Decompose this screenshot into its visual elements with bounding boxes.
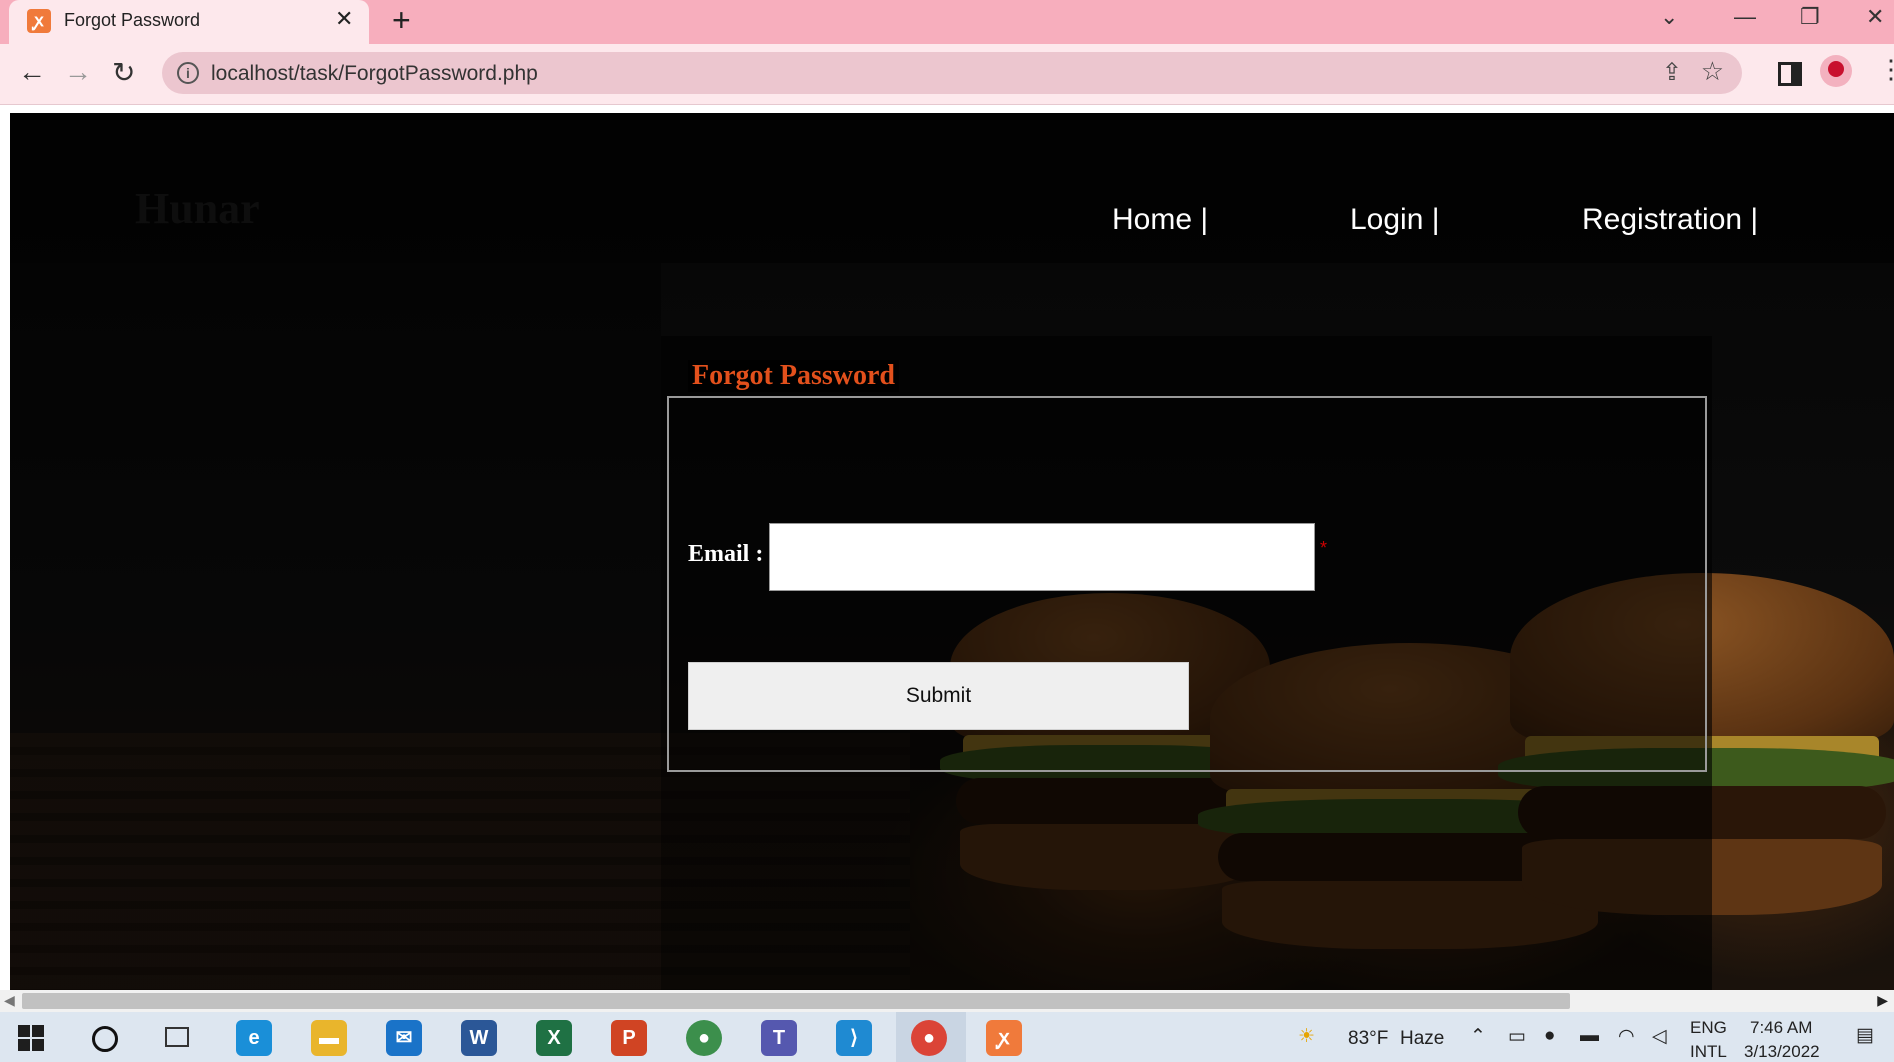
address-bar[interactable]: i localhost/task/ForgotPassword.php ⇪ ☆ — [162, 52, 1742, 94]
volume-icon[interactable]: ◁ — [1652, 1025, 1667, 1048]
back-arrow-icon[interactable]: ← — [18, 56, 46, 88]
email-label: Email : — [688, 541, 764, 567]
search-icon[interactable] — [92, 1026, 118, 1052]
battery-icon[interactable]: ▬ — [1580, 1025, 1599, 1047]
new-tab-button[interactable]: + — [392, 2, 411, 39]
mail-icon[interactable]: ✉ — [386, 1020, 422, 1056]
weather-desc[interactable]: Haze — [1400, 1028, 1444, 1050]
bookmark-star-icon[interactable]: ☆ — [1701, 56, 1724, 87]
submit-button[interactable]: Submit — [688, 662, 1189, 730]
teams-icon[interactable]: T — [761, 1020, 797, 1056]
browser-toolbar: ← → ↻ i localhost/task/ForgotPassword.ph… — [0, 44, 1894, 105]
background-overlay — [10, 263, 661, 990]
notifications-icon[interactable]: ▤ — [1856, 1024, 1874, 1047]
windows-start-icon[interactable] — [18, 1025, 44, 1051]
form-legend: Forgot Password — [688, 360, 899, 392]
browser-menu-icon[interactable]: ⋮ — [1878, 54, 1894, 85]
xampp-icon[interactable]: ꭙ — [986, 1020, 1022, 1056]
nav-home-link[interactable]: Home | — [1112, 203, 1208, 237]
weather-temp[interactable]: 83°F — [1348, 1028, 1388, 1050]
scrollbar-thumb[interactable] — [22, 993, 1570, 1009]
chrome-icon[interactable]: ● — [686, 1020, 722, 1056]
minimize-button[interactable]: — — [1734, 4, 1756, 30]
wifi-icon[interactable]: ◠ — [1618, 1025, 1635, 1048]
side-panel-icon[interactable] — [1778, 62, 1802, 86]
windows-taskbar: e ▬ ✉ W X P ● T ⟩ ● ꭙ ☀ 83°F Haze ⌃ ▭ ● … — [0, 1012, 1894, 1062]
clock-date[interactable]: 3/13/2022 — [1744, 1042, 1820, 1062]
powerpoint-icon[interactable]: P — [611, 1020, 647, 1056]
brand-logo[interactable]: Hunar — [135, 183, 260, 234]
language-indicator[interactable]: ENG — [1690, 1018, 1727, 1038]
weather-icon[interactable]: ☀ — [1298, 1025, 1315, 1048]
tab-search-icon[interactable]: ⌄ — [1660, 4, 1678, 30]
keyboard-layout[interactable]: INTL — [1690, 1042, 1727, 1062]
profile-person-icon — [1828, 61, 1844, 77]
chrome-profile-icon[interactable]: ● — [911, 1020, 947, 1056]
microphone-icon[interactable]: ● — [1544, 1025, 1555, 1047]
excel-icon[interactable]: X — [536, 1020, 572, 1056]
restore-button[interactable]: ❐ — [1800, 4, 1820, 30]
nav-login-link[interactable]: Login | — [1350, 203, 1440, 237]
scroll-right-arrow-icon[interactable]: ▶ — [1877, 992, 1888, 1009]
required-asterisk: * — [1320, 538, 1328, 558]
browser-tab-bar: ꭙ Forgot Password ✕ + ⌄ — ❐ ✕ — [0, 0, 1894, 44]
share-icon[interactable]: ⇪ — [1662, 58, 1682, 87]
word-icon[interactable]: W — [461, 1020, 497, 1056]
task-view-icon[interactable] — [165, 1027, 189, 1047]
file-explorer-icon[interactable]: ▬ — [311, 1020, 347, 1056]
page-viewport: Hunar Home | Login | Registration | Forg… — [0, 105, 1894, 990]
tab-close-icon[interactable]: ✕ — [335, 6, 353, 32]
forward-arrow-icon[interactable]: → — [64, 56, 92, 88]
page-background: Hunar Home | Login | Registration | Forg… — [10, 113, 1894, 990]
show-hidden-icons-icon[interactable]: ⌃ — [1470, 1025, 1486, 1048]
site-info-icon[interactable]: i — [177, 62, 199, 84]
site-header — [10, 113, 1894, 263]
url-text[interactable]: localhost/task/ForgotPassword.php — [211, 62, 538, 86]
meet-now-icon[interactable]: ▭ — [1508, 1025, 1526, 1048]
clock-time[interactable]: 7:46 AM — [1750, 1018, 1812, 1038]
edge-icon[interactable]: e — [236, 1020, 272, 1056]
browser-tab[interactable]: ꭙ Forgot Password ✕ — [9, 0, 369, 44]
profile-avatar[interactable] — [1820, 55, 1852, 87]
tab-title: Forgot Password — [64, 10, 201, 30]
vscode-icon[interactable]: ⟩ — [836, 1020, 872, 1056]
email-input[interactable] — [769, 523, 1315, 591]
scroll-left-arrow-icon[interactable]: ◀ — [4, 992, 15, 1009]
horizontal-scrollbar[interactable]: ◀ ▶ — [0, 990, 1894, 1012]
nav-registration-link[interactable]: Registration | — [1582, 203, 1758, 237]
reload-icon[interactable]: ↻ — [112, 56, 135, 89]
xampp-favicon-icon: ꭙ — [27, 9, 51, 33]
close-window-button[interactable]: ✕ — [1866, 4, 1884, 30]
